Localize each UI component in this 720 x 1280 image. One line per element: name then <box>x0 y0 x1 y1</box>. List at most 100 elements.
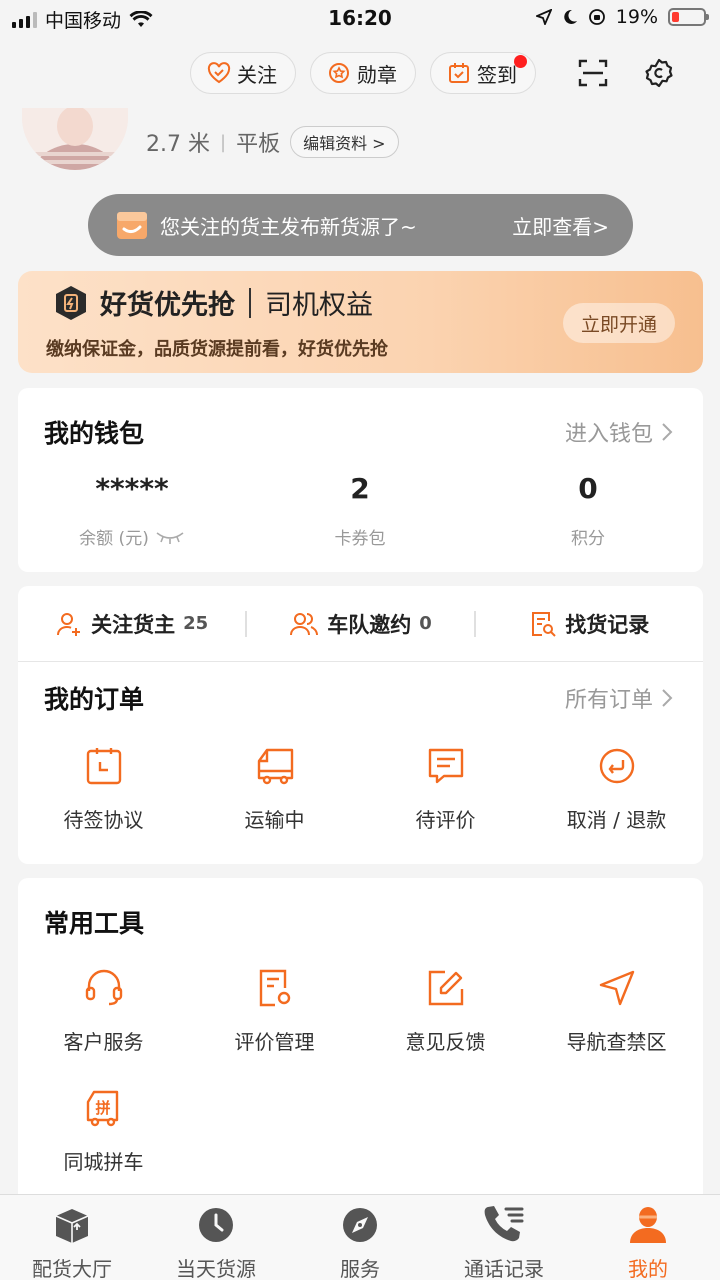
navigation-restricted-label: 导航查禁区 <box>566 1030 667 1054</box>
promo-banner[interactable]: 好货优先抢 司机权益 缴纳保证金，品质货源提前看，好货优先抢 立即开通 <box>18 271 703 373</box>
balance-stat[interactable]: ***** 余额 (元) <box>18 472 246 549</box>
pending-agreement-item[interactable]: 待签协议 <box>18 744 189 833</box>
compass-icon <box>343 1208 377 1242</box>
fleet-invite-link[interactable]: 车队邀约 0 <box>247 609 474 639</box>
location-icon <box>535 9 552 25</box>
edit-icon <box>428 970 463 1006</box>
points-stat[interactable]: 0 积分 <box>474 472 702 549</box>
doc-search-icon <box>532 611 557 637</box>
navigation-icon <box>599 970 634 1006</box>
carpool-icon: 拼 <box>86 1090 118 1127</box>
review-doc-icon <box>259 969 290 1007</box>
in-transit-item[interactable]: 运输中 <box>189 744 360 833</box>
divider <box>249 287 251 318</box>
pending-review-label: 待评价 <box>415 808 476 832</box>
tab-call-history-label: 通话记录 <box>464 1257 544 1280</box>
orders-title: 我的订单 <box>44 685 145 714</box>
tab-cargo-hall[interactable]: 配货大厅 <box>0 1195 144 1280</box>
medal-label: 勋章 <box>357 62 397 87</box>
promo-subtitle: 缴纳保证金，品质货源提前看，好货优先抢 <box>46 339 388 360</box>
wallet-title: 我的钱包 <box>44 419 145 448</box>
lightning-shield-icon <box>56 285 86 320</box>
cancel-refund-item[interactable]: 取消 / 退款 <box>531 744 702 833</box>
followed-shippers-link[interactable]: 关注货主 25 <box>18 609 245 639</box>
coupon-label: 卡券包 <box>334 529 386 549</box>
search-history-link[interactable]: 找货记录 <box>476 609 703 639</box>
coupon-value: 2 <box>350 472 370 505</box>
battery-percent: 19% <box>615 6 658 28</box>
pending-review-item[interactable]: 待评价 <box>360 744 531 833</box>
tools-grid-row2: 拼 同城拼车 <box>18 1086 703 1175</box>
tab-cargo-hall-label: 配货大厅 <box>32 1257 112 1280</box>
all-orders-label: 所有订单 <box>564 688 653 713</box>
toast-message: 您关注的货主发布新货源了~ <box>160 214 417 239</box>
svg-text:拼: 拼 <box>95 1099 110 1117</box>
activate-button[interactable]: 立即开通 <box>562 303 675 343</box>
in-transit-label: 运输中 <box>244 808 305 832</box>
tab-today-cargo[interactable]: 当天货源 <box>144 1195 288 1280</box>
feedback-item[interactable]: 意见反馈 <box>360 966 531 1055</box>
tab-today-cargo-label: 当天货源 <box>176 1257 256 1280</box>
notification-dot <box>514 55 527 68</box>
carpool-label: 同城拼车 <box>63 1150 144 1174</box>
tab-call-history[interactable]: 通话记录 <box>432 1195 576 1280</box>
scan-button[interactable] <box>572 52 614 94</box>
settings-button[interactable] <box>638 52 680 94</box>
navigation-restricted-item[interactable]: 导航查禁区 <box>531 966 702 1055</box>
all-orders-link[interactable]: 所有订单 <box>565 682 673 714</box>
follow-button[interactable]: 关注 <box>190 52 296 94</box>
pending-agreement-label: 待签协议 <box>63 808 144 832</box>
tools-card: 常用工具 客户服务 评价管理 意见反馈 导航查禁区 拼 同城拼车 <box>18 878 703 1208</box>
top-actions: 关注 勋章 签到 <box>190 52 536 94</box>
tab-service[interactable]: 服务 <box>288 1195 432 1280</box>
truck-icon <box>257 748 293 785</box>
followed-shippers-label: 关注货主 <box>91 612 176 637</box>
quick-links: 关注货主 25 车队邀约 0 找货记录 <box>18 586 703 662</box>
tab-service-label: 服务 <box>340 1257 380 1280</box>
phone-list-icon <box>484 1206 524 1242</box>
user-add-icon <box>57 612 81 636</box>
feedback-label: 意见反馈 <box>405 1030 486 1054</box>
new-cargo-toast[interactable]: 您关注的货主发布新货源了~ 立即查看> <box>88 194 633 256</box>
coupon-stat[interactable]: 2 卡券包 <box>246 472 474 549</box>
carpool-item[interactable]: 拼 同城拼车 <box>18 1086 189 1175</box>
gear-icon <box>645 58 673 88</box>
edit-profile-button[interactable]: 编辑资料 > <box>290 126 399 158</box>
search-history-label: 找货记录 <box>565 612 650 637</box>
orders-card: 关注货主 25 车队邀约 0 找货记录 我的订单 所有订单 待签协议 运输中 待… <box>18 586 703 864</box>
toast-action[interactable]: 立即查看> <box>512 211 609 240</box>
tools-grid-row1: 客户服务 评价管理 意见反馈 导航查禁区 <box>18 966 703 1055</box>
checkin-button[interactable]: 签到 <box>430 52 536 94</box>
headset-icon <box>85 969 122 1006</box>
profile-info: 2.7 米 | 平板 编辑资料 > <box>146 126 399 158</box>
truck-length: 2.7 米 <box>146 132 210 157</box>
cancel-refund-label: 取消 / 退款 <box>566 808 667 832</box>
balance-value: ***** <box>95 472 169 505</box>
customer-service-item[interactable]: 客户服务 <box>18 966 189 1055</box>
followed-shippers-count: 25 <box>183 613 209 634</box>
moon-icon <box>564 9 577 24</box>
fleet-invite-label: 车队邀约 <box>327 612 412 637</box>
person-icon <box>630 1207 666 1243</box>
separator: | <box>219 131 227 153</box>
calendar-check-icon <box>449 63 469 83</box>
follow-label: 关注 <box>237 62 277 87</box>
points-value: 0 <box>578 472 598 505</box>
team-icon <box>290 612 319 635</box>
box-icon <box>55 1209 89 1243</box>
scan-icon <box>578 59 608 87</box>
status-bar: 中国移动 16:20 19% <box>0 0 720 38</box>
promo-benefit: 司机权益 <box>265 290 373 321</box>
avatar[interactable] <box>22 108 128 170</box>
checkin-label: 签到 <box>477 62 517 87</box>
review-management-item[interactable]: 评价管理 <box>189 966 360 1055</box>
medal-button[interactable]: 勋章 <box>310 52 416 94</box>
tab-mine[interactable]: 我的 <box>576 1195 720 1280</box>
chevron-right-icon <box>662 423 673 441</box>
eye-closed-icon[interactable] <box>155 530 185 544</box>
clock-icon <box>199 1208 233 1242</box>
wallet-card: 我的钱包 进入钱包 ***** 余额 (元) 2 卡券包 0 积分 <box>18 388 703 572</box>
enter-wallet-link[interactable]: 进入钱包 <box>565 416 673 448</box>
comment-icon <box>428 748 463 784</box>
battery-icon <box>668 8 709 26</box>
